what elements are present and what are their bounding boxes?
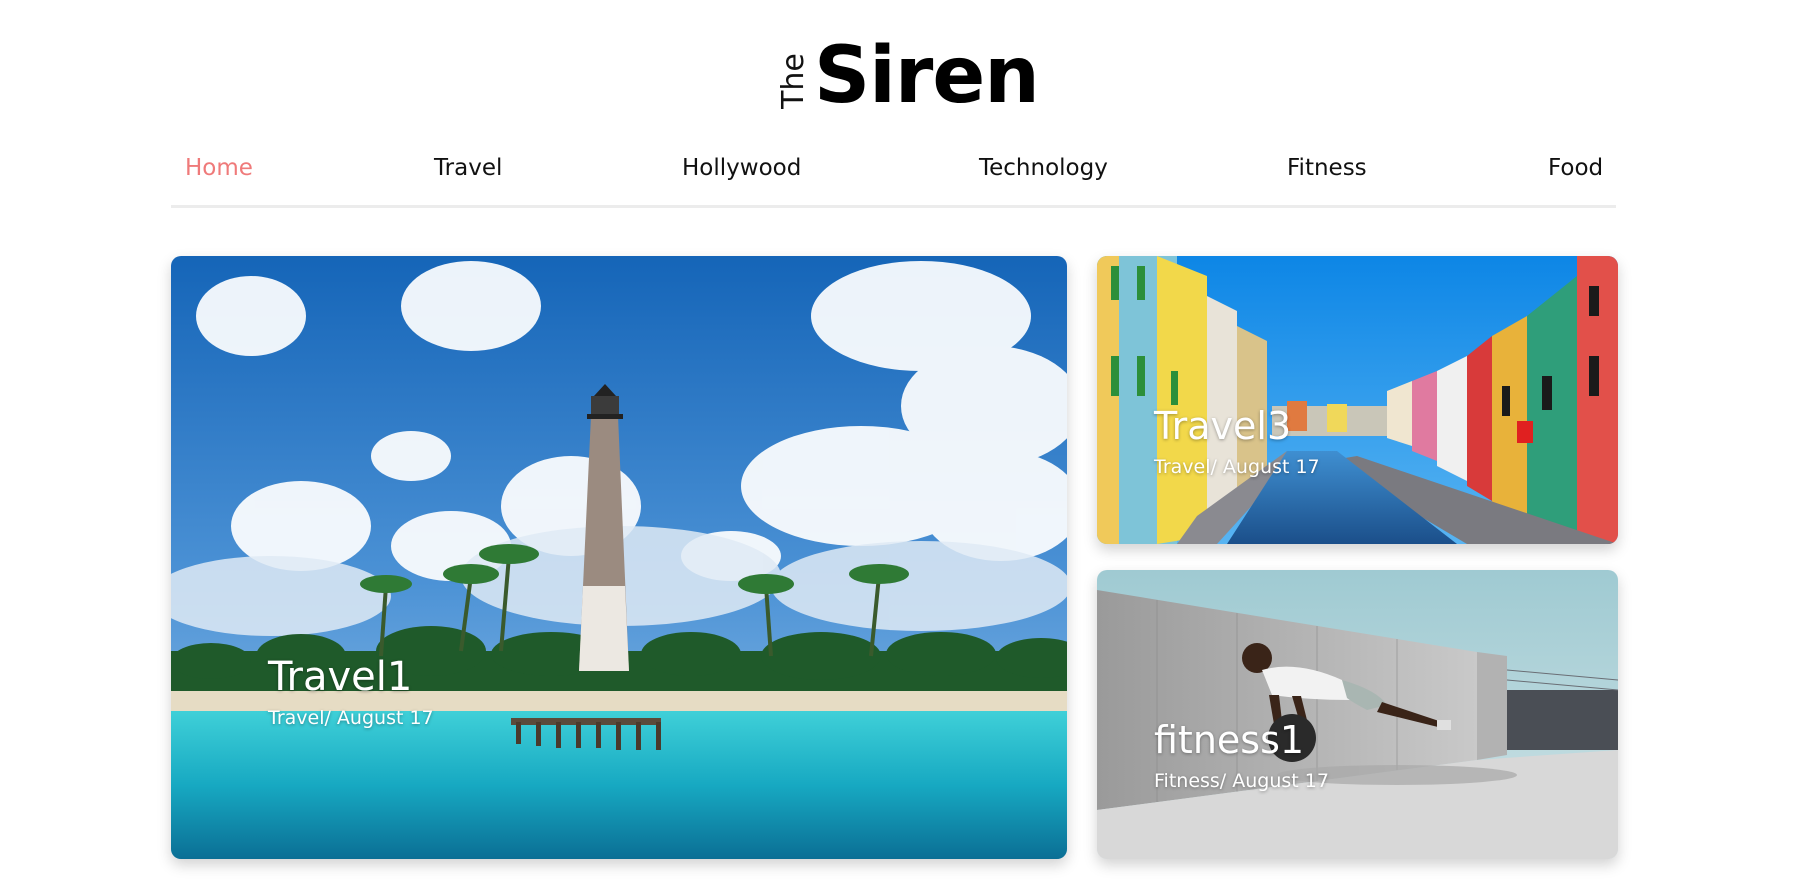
post-meta: Travel/ August 17 (268, 707, 434, 729)
post-meta: Travel/ August 17 (1154, 456, 1320, 478)
post-title[interactable]: fitness1 (1154, 718, 1304, 762)
pushup-medicine-ball-image (1097, 570, 1618, 859)
post-card-travel3[interactable]: Travel3 Travel/ August 17 (1097, 256, 1618, 544)
nav-item-technology[interactable]: Technology (979, 152, 1108, 184)
lighthouse-beach-image (171, 256, 1067, 859)
post-card-fitness1[interactable]: fitness1 Fitness/ August 17 (1097, 570, 1618, 859)
nav-item-travel[interactable]: Travel (434, 152, 502, 184)
nav-item-home[interactable]: Home (185, 152, 253, 184)
post-title[interactable]: Travel1 (268, 654, 412, 700)
main-nav: Home Travel Hollywood Technology Fitness… (171, 152, 1616, 208)
colorful-canal-image (1097, 256, 1618, 544)
nav-item-food[interactable]: Food (1548, 152, 1603, 184)
nav-item-fitness[interactable]: Fitness (1287, 152, 1367, 184)
site-logo[interactable]: The Siren (768, 31, 1040, 121)
post-title[interactable]: Travel3 (1154, 404, 1291, 448)
nav-item-hollywood[interactable]: Hollywood (682, 152, 801, 184)
featured-post-card[interactable]: Travel1 Travel/ August 17 (171, 256, 1067, 859)
post-meta: Fitness/ August 17 (1154, 770, 1329, 792)
logo-prefix: The (776, 53, 811, 109)
logo-name: Siren (814, 31, 1040, 121)
